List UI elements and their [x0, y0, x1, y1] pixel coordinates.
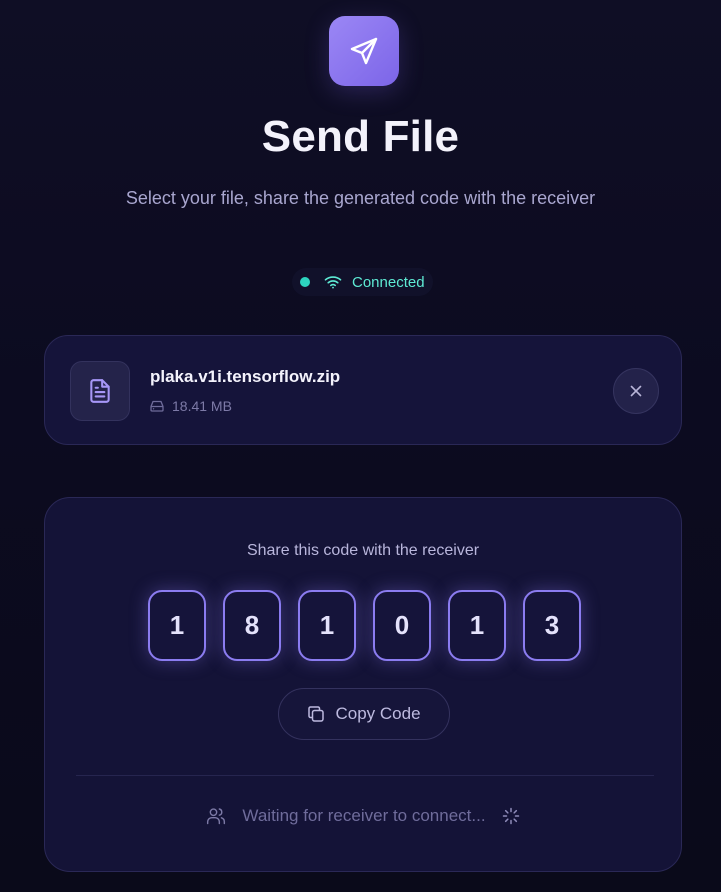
page-title: Send File	[261, 112, 460, 161]
connection-status-text: Connected	[352, 273, 425, 291]
page-subtitle: Select your file, share the generated co…	[125, 188, 596, 208]
copy-icon	[307, 705, 325, 723]
copy-code-label: Copy Code	[335, 704, 421, 723]
file-text-icon	[90, 379, 110, 403]
status-dot	[300, 277, 310, 287]
file-name: plaka.v1i.tensorflow.zip	[150, 367, 341, 386]
send-icon	[350, 37, 378, 65]
selected-file-card: plaka.v1i.tensorflow.zip 18.41 MB	[44, 335, 682, 445]
share-code-heading: Share this code with the receiver	[246, 542, 480, 559]
code-digit-4: 0	[373, 590, 431, 661]
wifi-icon	[324, 275, 342, 289]
file-size-row: 18.41 MB	[150, 398, 232, 414]
code-digit-1: 1	[148, 590, 206, 661]
connection-status-badge: Connected	[292, 268, 433, 296]
loader-icon	[502, 807, 520, 825]
code-digit-5: 1	[448, 590, 506, 661]
share-code-card: Share this code with the receiver 1 8 1 …	[44, 497, 682, 872]
users-icon	[206, 806, 226, 826]
waiting-status: Waiting for receiver to connect...	[45, 806, 681, 826]
hard-drive-icon	[150, 400, 164, 412]
divider	[76, 775, 654, 776]
waiting-text: Waiting for receiver to connect...	[242, 806, 486, 825]
code-digit-2: 8	[223, 590, 281, 661]
code-digit-3: 1	[298, 590, 356, 661]
close-icon	[630, 385, 642, 397]
code-digit-6: 3	[523, 590, 581, 661]
remove-file-button[interactable]	[613, 368, 659, 414]
send-app-icon	[329, 16, 399, 86]
file-icon-container	[70, 361, 130, 421]
copy-code-button[interactable]: Copy Code	[278, 688, 450, 740]
file-size: 18.41 MB	[172, 398, 232, 414]
